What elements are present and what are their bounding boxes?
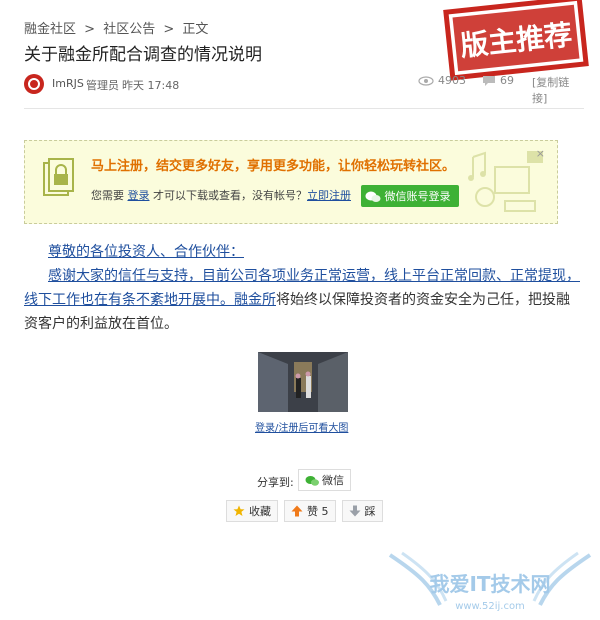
- wechat-login-button[interactable]: 微信账号登录: [360, 185, 459, 207]
- register-link[interactable]: 立即注册: [307, 189, 351, 202]
- comment-icon: [483, 76, 495, 86]
- greeting-line[interactable]: 尊敬的各位投资人、合作伙伴：: [48, 244, 244, 260]
- reply-count: 69: [482, 74, 514, 87]
- wechat-login-label: 微信账号登录: [384, 190, 451, 203]
- register-prompt: 您需要 登录 才可以下载或查看，没有帐号？立即注册 微信账号登录: [91, 185, 459, 207]
- breadcrumb-item-current: 正文: [182, 22, 209, 37]
- breadcrumb-separator: >: [84, 22, 96, 37]
- register-banner-title: 马上注册，结交更多好友，享用更多功能，让你轻松玩转社区。: [91, 159, 456, 174]
- dislike-button[interactable]: 踩: [341, 500, 383, 522]
- favorite-label: 收藏: [249, 505, 271, 518]
- post-time: 昨天 17:48: [122, 79, 180, 92]
- dislike-label: 踩: [364, 505, 376, 518]
- login-link[interactable]: 登录: [128, 189, 150, 202]
- share-wechat-label: 微信: [322, 474, 344, 487]
- post-image[interactable]: [258, 352, 348, 412]
- site-watermark-logo: 我爱IT技术网 www.52ij.com: [388, 551, 592, 612]
- post-content: 尊敬的各位投资人、合作伙伴： 感谢大家的信任与支持，目前公司各项业务正常运营，线…: [24, 240, 580, 336]
- like-button[interactable]: 赞 5: [284, 500, 336, 522]
- author-name[interactable]: ImRJS: [52, 77, 84, 90]
- view-count-value: 4903: [438, 74, 466, 87]
- like-label: 赞 5: [307, 505, 329, 518]
- watermark-text: 我爱IT技术网: [429, 572, 550, 596]
- author-role: 管理员: [86, 79, 119, 92]
- post-meta: ImRJS 管理员 昨天 17:48 4903 69 [复制链接]: [24, 74, 584, 105]
- star-icon: [233, 505, 245, 516]
- eye-icon: [418, 76, 434, 86]
- arrow-down-icon: [349, 505, 360, 517]
- share-wechat-button[interactable]: 微信: [298, 469, 351, 491]
- divider: [24, 108, 584, 109]
- view-count: 4903: [418, 74, 466, 87]
- watermark-url: www.52ij.com: [455, 601, 525, 612]
- moderator-recommended-stamp: 版主推荐: [443, 0, 589, 81]
- wechat-icon: [305, 476, 319, 486]
- post-actions: 收藏 赞 5 踩: [226, 500, 383, 522]
- arrow-up-icon: [291, 505, 303, 517]
- avatar[interactable]: [24, 74, 44, 94]
- register-prompt-prefix: 您需要: [91, 189, 124, 202]
- register-prompt-middle: 才可以下载或查看，没有帐号？: [153, 189, 307, 202]
- breadcrumb-item-announcements[interactable]: 社区公告: [103, 22, 155, 37]
- lock-icon: [43, 158, 74, 196]
- favorite-button[interactable]: 收藏: [226, 500, 278, 522]
- close-icon[interactable]: ×: [536, 147, 545, 160]
- breadcrumb-separator: >: [163, 22, 175, 37]
- share-label: 分享到:: [257, 476, 294, 489]
- copy-link-button[interactable]: [复制链接]: [532, 74, 584, 106]
- image-login-caption[interactable]: 登录/注册后可看大图: [255, 419, 348, 434]
- company-link[interactable]: 融金所: [234, 292, 276, 308]
- breadcrumb-item-community[interactable]: 融金社区: [24, 22, 76, 37]
- page-title: 关于融金所配合调查的情况说明: [24, 45, 262, 65]
- breadcrumb: 融金社区 > 社区公告 > 正文: [24, 18, 212, 37]
- reply-count-value: 69: [500, 74, 514, 87]
- wechat-icon: [365, 191, 380, 202]
- register-banner: 马上注册，结交更多好友，享用更多功能，让你轻松玩转社区。 您需要 登录 才可以下…: [24, 140, 558, 224]
